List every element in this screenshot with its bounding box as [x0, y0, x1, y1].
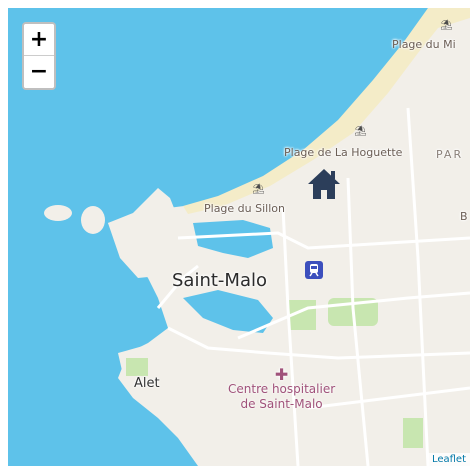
beach-umbrella-icon: ⛱ — [354, 126, 367, 137]
hospital-label: ✚ Centre hospitalier de Saint-Malo — [228, 365, 336, 412]
park — [403, 418, 423, 448]
home-marker-icon[interactable] — [306, 167, 342, 205]
train-station-icon[interactable] — [304, 260, 324, 284]
zoom-out-button[interactable]: − — [24, 56, 54, 88]
harbor-basin-1 — [193, 220, 273, 258]
islet — [44, 205, 72, 221]
park — [126, 358, 148, 376]
beach-umbrella-icon: ⛱ — [440, 20, 453, 31]
label-alet: Alet — [134, 376, 160, 391]
zoom-control: + − — [22, 22, 56, 90]
label-b: B — [460, 210, 468, 223]
label-district-par: PAR — [436, 148, 464, 161]
beach-umbrella-icon: ⛱ — [252, 184, 265, 195]
zoom-in-button[interactable]: + — [24, 24, 54, 56]
hospital-icon: ✚ — [274, 365, 289, 384]
label-plage-hoguette: Plage de La Hoguette — [284, 146, 403, 159]
hospital-line-1: Centre hospitalier — [228, 382, 336, 396]
map-container[interactable]: ⛱ ⛱ ⛱ Plage du Mi Plage de La Hoguette P… — [8, 8, 470, 466]
attribution-link[interactable]: Leaflet — [427, 453, 470, 466]
label-plage-sillon: Plage du Sillon — [204, 202, 285, 215]
harbor-basin-2 — [183, 290, 273, 333]
label-city: Saint-Malo — [172, 270, 267, 291]
islet — [81, 206, 105, 234]
hospital-line-2: de Saint-Malo — [240, 397, 323, 411]
label-plage-du-mi: Plage du Mi — [392, 38, 456, 51]
